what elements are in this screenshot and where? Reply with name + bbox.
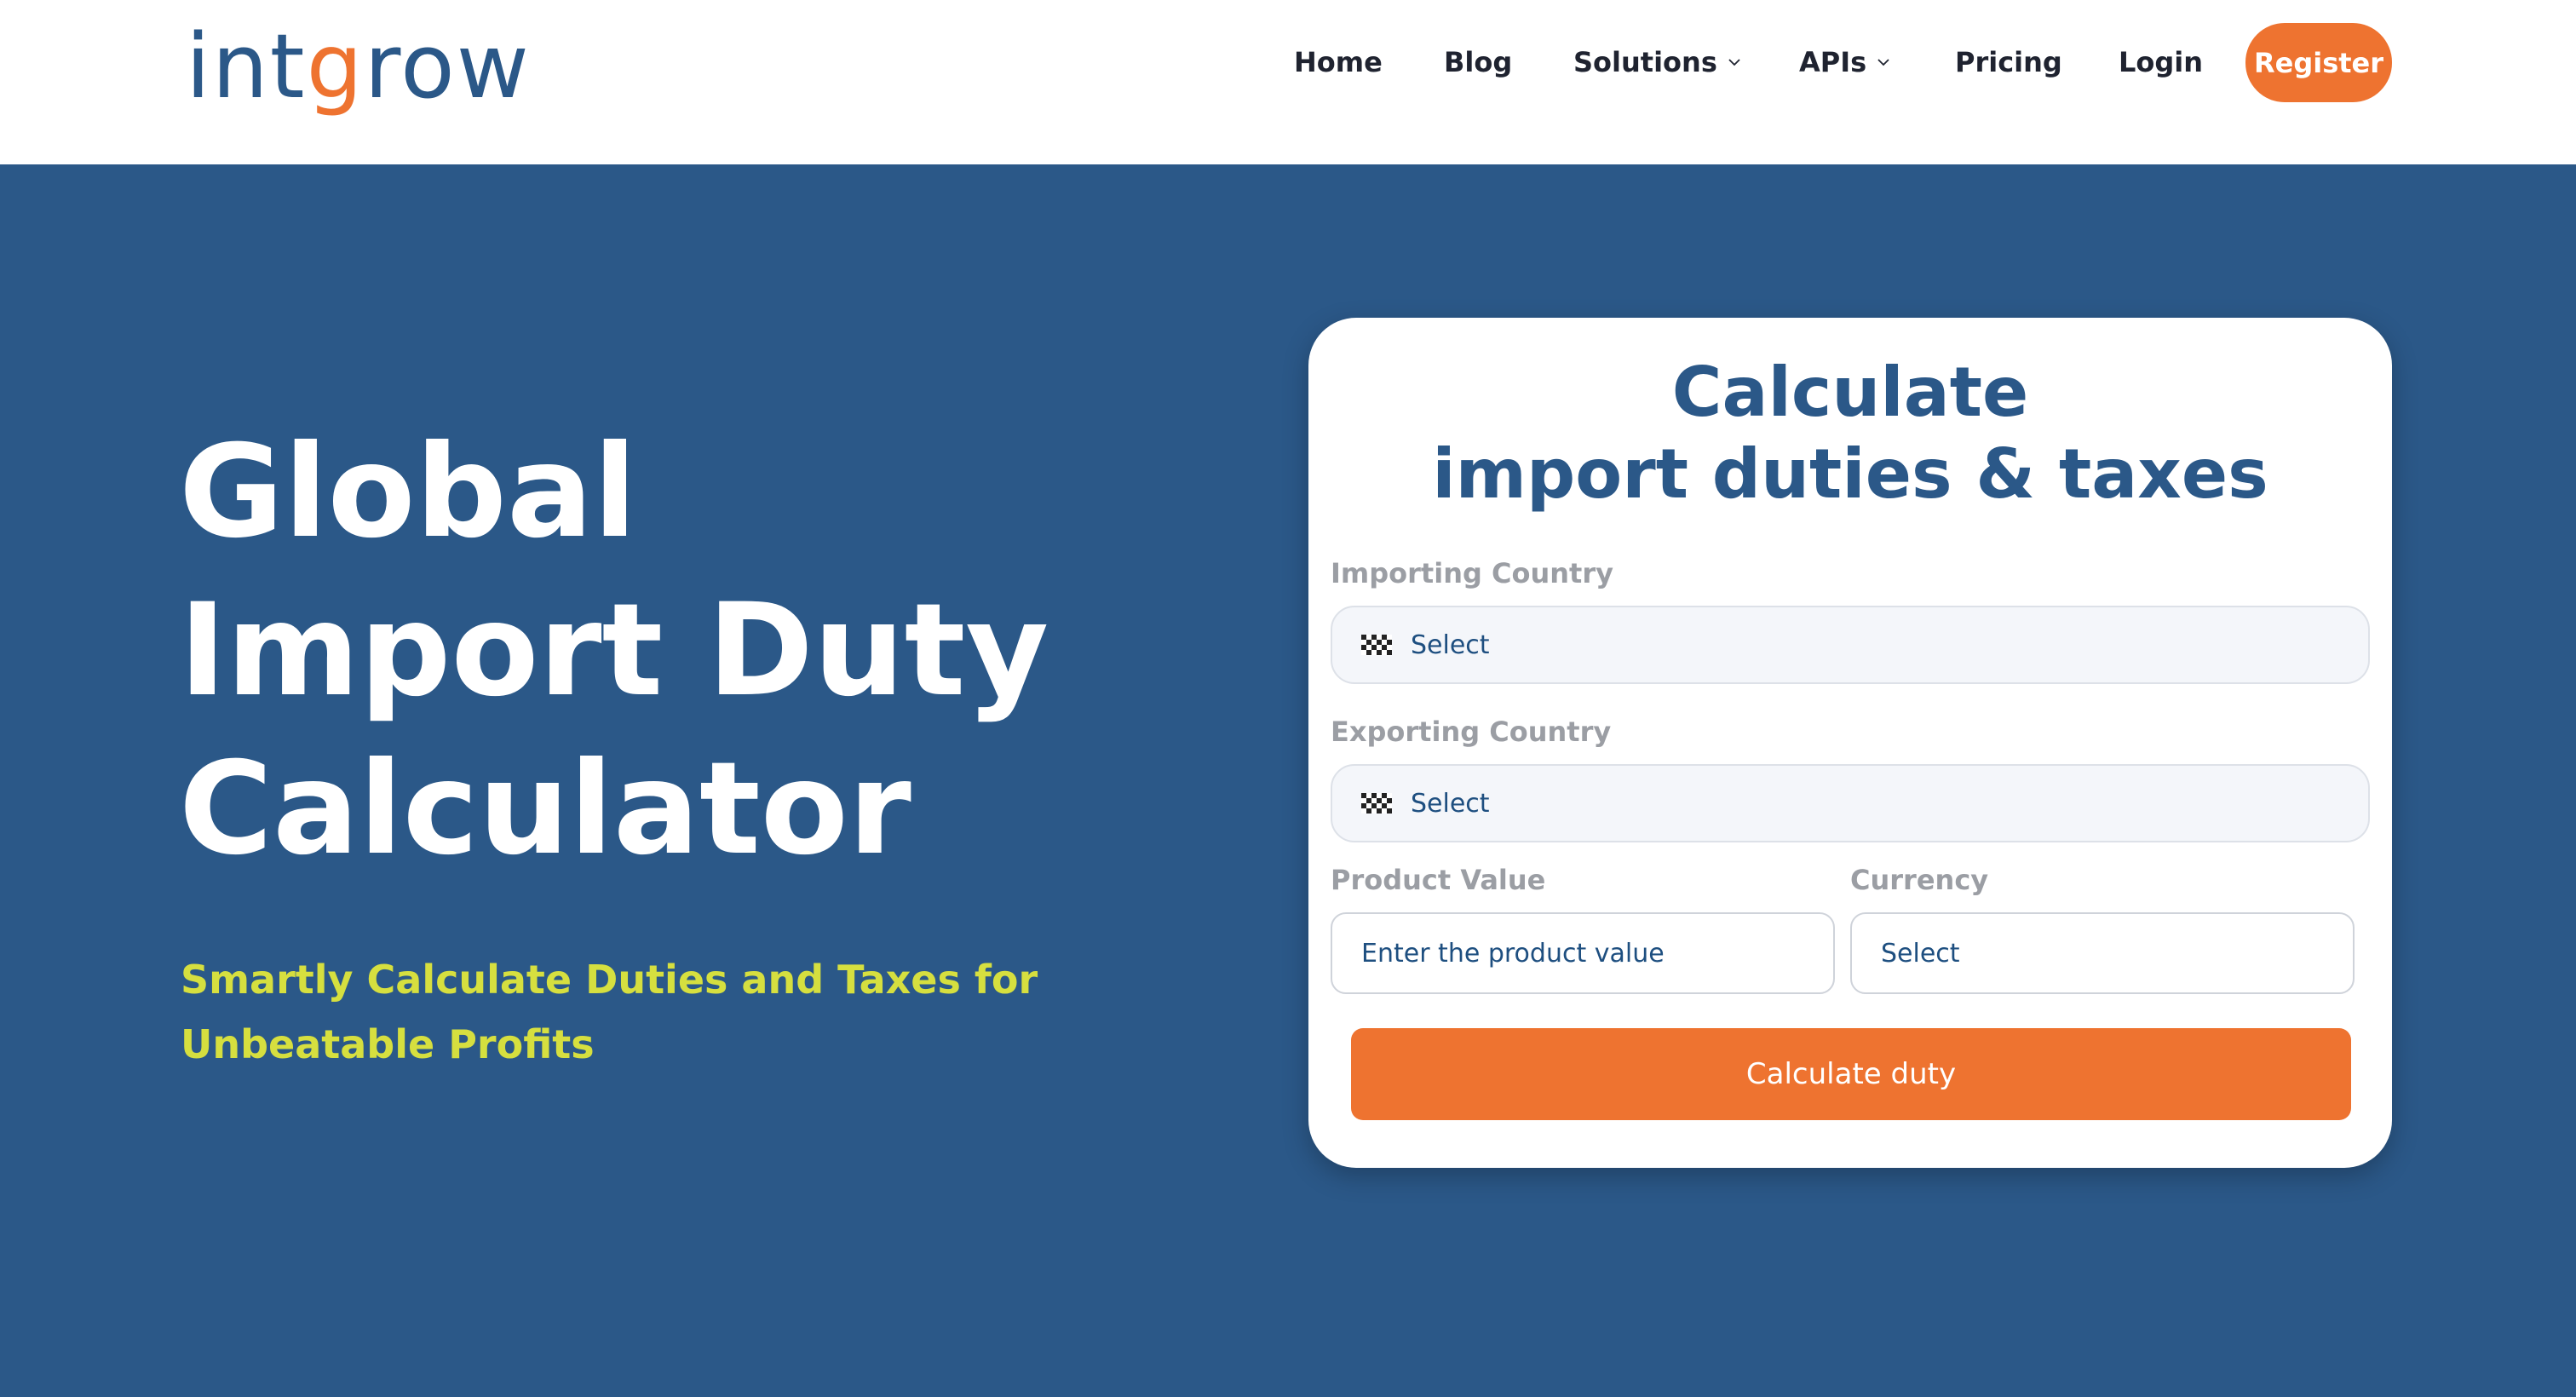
importing-country-select[interactable]: Select	[1331, 606, 2370, 684]
hero-title-line2: Import Duty	[179, 577, 1049, 725]
hero-title-line1: Global	[179, 418, 637, 566]
register-button[interactable]: Register	[2245, 23, 2392, 102]
nav-home-label: Home	[1294, 46, 1383, 78]
nav-apis-dropdown[interactable]: APIs	[1799, 43, 1890, 82]
hero-title-line3: Calculator	[179, 735, 911, 883]
importing-country-label: Importing Country	[1331, 557, 1613, 589]
currency-select[interactable]: Select	[1850, 912, 2355, 994]
chevron-down-icon	[1728, 59, 1740, 66]
nav-apis-label: APIs	[1799, 46, 1867, 78]
currency-label: Currency	[1850, 864, 1989, 896]
checkered-flag-icon	[1361, 793, 1392, 813]
nav-solutions-dropdown[interactable]: Solutions	[1573, 43, 1741, 82]
hero-subtitle: Smartly Calculate Duties and Taxes for U…	[181, 957, 1038, 1067]
nav-login[interactable]: Login	[2119, 43, 2203, 82]
nav-pricing-label: Pricing	[1955, 46, 2062, 78]
hero-title: Global Import Duty Calculator	[179, 413, 1286, 888]
top-navbar: intgrow Home Blog Solutions APIs Pricing…	[0, 0, 2576, 164]
importing-country-value: Select	[1411, 630, 1490, 660]
logo-text-start: int	[186, 14, 307, 118]
intgrow-logo[interactable]: intgrow	[186, 7, 531, 126]
calculator-title-line2: import duties & taxes	[1432, 434, 2268, 514]
chevron-down-icon	[1877, 59, 1889, 66]
exporting-country-value: Select	[1411, 788, 1490, 819]
calculate-duty-button[interactable]: Calculate duty	[1351, 1028, 2351, 1120]
nav-blog-label: Blog	[1444, 46, 1513, 78]
nav-login-label: Login	[2119, 46, 2204, 78]
nav-blog[interactable]: Blog	[1444, 43, 1512, 82]
nav-pricing[interactable]: Pricing	[1955, 43, 2062, 82]
duty-calculator-card: Calculate import duties & taxes Importin…	[1308, 318, 2392, 1168]
exporting-country-select[interactable]: Select	[1331, 764, 2370, 842]
checkered-flag-icon	[1361, 635, 1392, 655]
product-value-label: Product Value	[1331, 864, 1546, 896]
nav-home[interactable]: Home	[1294, 43, 1383, 82]
logo-text-accent: g	[306, 14, 365, 118]
register-button-label: Register	[2253, 46, 2384, 79]
calculator-title-line1: Calculate	[1671, 353, 2029, 432]
calculate-duty-button-label: Calculate duty	[1745, 1057, 1957, 1091]
product-value-input[interactable]: Enter the product value	[1331, 912, 1835, 994]
exporting-country-label: Exporting Country	[1331, 716, 1612, 748]
logo-text-end: row	[364, 14, 531, 118]
nav-solutions-label: Solutions	[1573, 46, 1717, 78]
calculator-title: Calculate import duties & taxes	[1308, 352, 2392, 515]
